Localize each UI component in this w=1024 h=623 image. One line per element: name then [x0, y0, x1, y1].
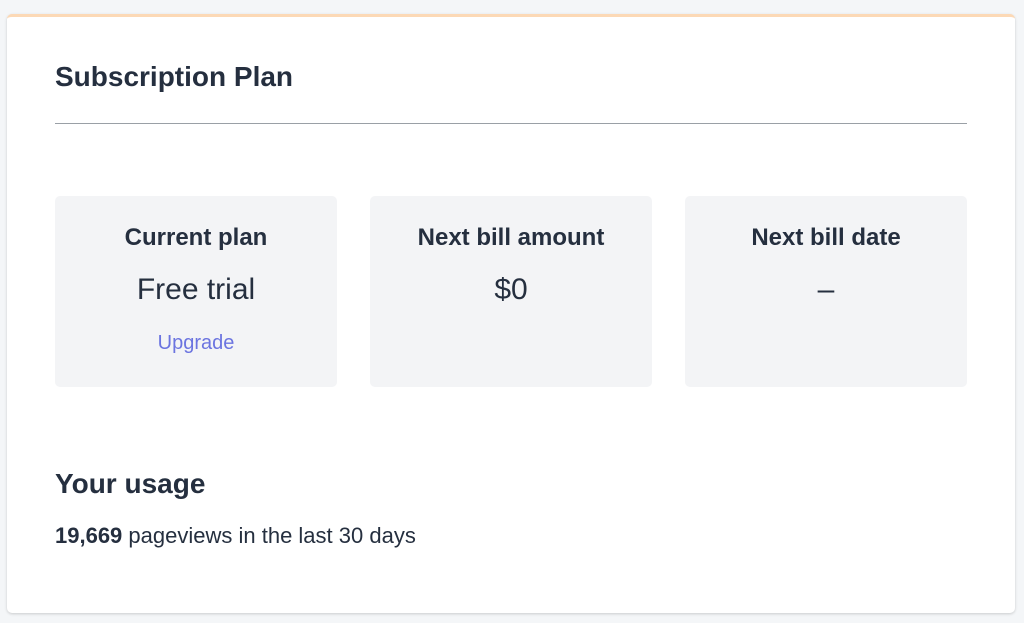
current-plan-value: Free trial: [136, 273, 256, 306]
next-bill-amount-stat: Next bill amount $0: [370, 196, 652, 387]
pageview-label: pageviews in the last 30 days: [128, 523, 416, 548]
next-bill-amount-label: Next bill amount: [417, 224, 605, 251]
upgrade-link[interactable]: Upgrade: [55, 331, 337, 355]
next-bill-date-label: Next bill date: [751, 224, 901, 251]
current-plan-stat: Current plan Free trial Upgrade: [55, 196, 337, 387]
usage-summary: 19,669 pageviews in the last 30 days: [55, 523, 416, 549]
current-plan-label: Current plan: [124, 224, 268, 251]
title-divider: [55, 123, 967, 124]
page-title: Subscription Plan: [55, 61, 294, 92]
subscription-card: Subscription Plan Current plan Free tria…: [7, 14, 1015, 613]
next-bill-date-value: –: [817, 273, 835, 306]
usage-title: Your usage: [55, 468, 206, 499]
next-bill-amount-value: $0: [494, 273, 528, 306]
plan-stats: Current plan Free trial Upgrade Next bil…: [55, 196, 967, 387]
pageview-count: 19,669: [55, 523, 123, 548]
next-bill-date-stat: Next bill date –: [685, 196, 967, 387]
